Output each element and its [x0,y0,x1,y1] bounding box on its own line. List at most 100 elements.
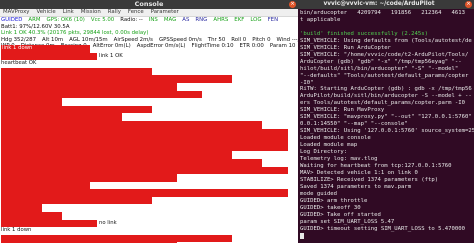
menu-item-mavproxy[interactable]: MAVProxy [3,9,29,16]
status-flag: RNG [195,17,208,23]
terminal-line: SIM_VEHICLE: Using '127.0.0.1:5760' sour… [300,128,474,135]
terminal-line: ers Tools/autotest/default_params/copter… [300,100,466,107]
close-icon[interactable]: × [465,1,472,8]
menu-item-link[interactable]: Link [63,9,74,16]
terminal-line: t applicable [300,16,341,23]
log-line-text: no link [99,219,117,226]
terminal-line: Telemetry log: mav.tlog [300,156,378,163]
log-line [0,166,298,175]
log-line [0,90,298,99]
console-titlebar[interactable]: Console × [0,0,298,9]
log-line-highlight [1,212,62,220]
terminal-line: SIM_VEHICLE: Run ArduCopter [300,44,391,51]
log-line-highlight [1,52,97,61]
log-line [0,67,298,76]
status-flag: MAG [163,17,177,23]
log-line [0,120,298,129]
terminal-line: GUIDED> Take off started [300,211,381,218]
console-log[interactable]: link 1 down link 1 OK heartbeat OK no link l… [0,45,298,243]
terminal-line: Waiting for heartbeat from tcp:127.0.0.1… [300,162,452,169]
log-line-highlight [1,90,202,99]
terminal-line: param set SIM_UART_LOSS 5.47 [300,218,395,225]
log-line: link 1 down [0,227,298,235]
menu-item-rally[interactable]: Rally [108,9,121,16]
terminal-line: ArduPilot/build/sitl/bin/arducopter -S -… [300,93,472,100]
terminal-line: Saved 1374 parameters to mav.parm [300,183,412,190]
log-line: no link [0,219,298,228]
console-title: Console [134,0,164,8]
status-flag: LOG [250,17,262,23]
log-line-highlight [1,75,232,83]
log-line [0,234,298,243]
status-flag: EKF [234,17,245,23]
log-line-highlight [1,113,122,121]
log-line: link 1 down [0,45,298,53]
console-menubar: MAVProxy Vehicle Link Mission Rally Fence Para… [0,9,298,17]
terminal-window: vvvic@vvvic-vm: ~/code/ArduPilot × bin/a… [298,0,474,243]
log-line-highlight [1,204,42,213]
log-line [0,212,298,220]
log-line [0,143,298,152]
terminal-titlebar[interactable]: vvvic@vvvic-vm: ~/code/ArduPilot × [298,0,474,9]
terminal-line: RiTW: Starting ArduCopter (gdb) : gdb -x… [300,86,472,93]
log-line-highlight [1,128,288,137]
terminal-line: MAV> Detected vehicle 1:1 on link 0 [300,169,418,176]
terminal-line: Loaded module map [300,142,358,149]
log-line-highlight [1,181,90,190]
log-line [0,128,298,137]
terminal-line: SIM_VEHICLE: "mavproxy.py" "--out" "127.… [300,114,472,121]
terminal-line: STABILIZE> Received 1374 parameters (ftp… [300,176,439,183]
terminal-line: GUIDED> arm throttle [300,197,368,204]
terminal-line: Log Directory: [300,149,348,156]
log-line: heartbeat OK [0,60,298,68]
terminal-line: SIM_VEHICLE: "/home/vvvic/code/t2-ArduPi… [300,51,469,58]
log-line-text: link 1 OK [99,52,123,59]
menu-item-parameter[interactable]: Parameter [151,9,179,16]
log-line [0,196,298,205]
log-line [0,204,298,213]
log-line [0,189,298,197]
log-line-highlight [1,105,152,114]
terminal-line: SIM_VEHICLE: Run MavProxy [300,107,385,114]
log-line [0,98,298,106]
terminal-cursor [300,232,304,239]
log-line-highlight [1,143,288,152]
log-line-highlight [1,98,62,106]
log-line [0,174,298,182]
log-line [0,136,298,144]
log-line-highlight [1,136,288,144]
terminal-line: ArduCopter (gdb) "gdb" "-x" "/tmp/tmp56e… [300,58,462,65]
terminal-line: -I0" [300,79,314,86]
status-flag: FEN [267,17,279,23]
log-line-highlight [1,234,232,243]
log-line [0,82,298,91]
terminal-line: SIM_VEHICLE: Using defaults from (Tools/… [300,37,472,44]
log-line-highlight [1,166,288,175]
terminal-output[interactable]: bin/arducopter 4209794 191856 212364 461… [298,9,474,240]
terminal-line: Loaded module console [300,135,371,142]
menu-item-vehicle[interactable]: Vehicle [36,9,55,16]
log-line-highlight [1,67,152,76]
log-line [0,113,298,121]
status-flag: AHRS [213,17,229,23]
console-window: Console × MAVProxy Vehicle Link Mission Rall… [0,0,298,243]
log-line-highlight [1,174,177,182]
log-line [0,105,298,114]
log-line-highlight [1,219,97,228]
log-line [0,151,298,159]
log-line-highlight [1,196,152,205]
status-flag: AS [182,17,190,23]
status-flag: Vcc 5.00 [90,17,115,23]
menu-item-fence[interactable]: Fence [128,9,144,16]
log-line-highlight [1,120,262,129]
menu-item-mission[interactable]: Mission [81,9,101,16]
terminal-line: GUIDED> takeoff 30 [300,204,361,211]
terminal-line: mode guided [300,190,338,197]
terminal-line: 0.0.1:14550" "--map" "--console" [300,121,408,128]
close-icon[interactable]: × [289,1,296,8]
terminal-title: vvvic@vvvic-vm: ~/code/ArduPilot [323,1,435,7]
log-line-highlight [1,151,232,159]
log-line-highlight [1,82,177,91]
terminal-line: 'build' finished successfully (2.245s) [300,30,428,37]
